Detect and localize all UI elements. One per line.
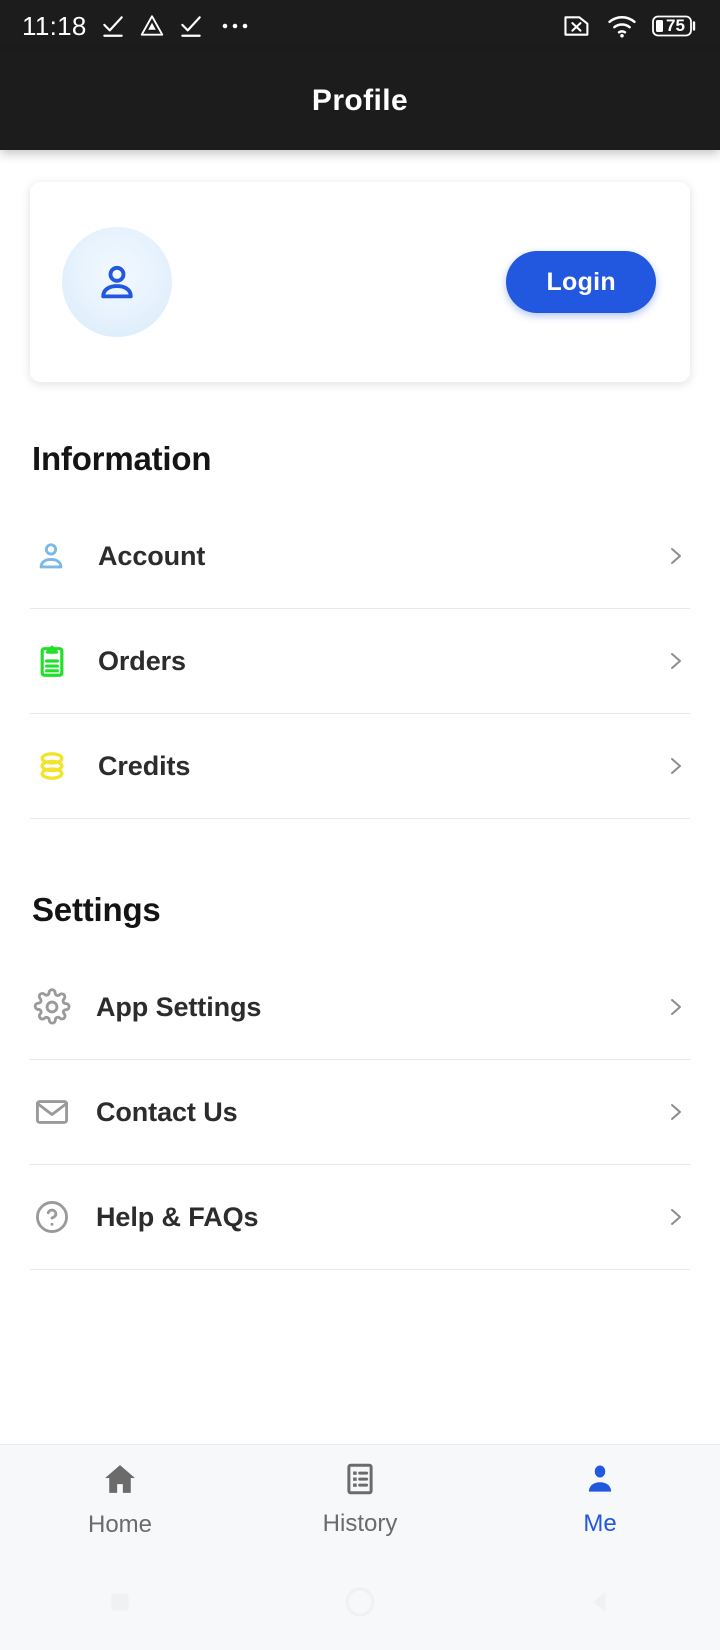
section-information: Information Account Orders Credits (0, 440, 720, 819)
bottom-navigation: Home History Me (0, 1444, 720, 1554)
row-orders[interactable]: Orders (30, 609, 690, 714)
row-label: Account (98, 540, 206, 571)
check-underline-icon (100, 13, 126, 39)
system-navigation-bar (0, 1554, 720, 1650)
section-title: Information (32, 440, 212, 477)
nav-item-me[interactable]: Me (480, 1461, 720, 1538)
row-label: Credits (98, 750, 191, 781)
row-label: Orders (98, 645, 186, 676)
nav-item-home[interactable]: Home (0, 1460, 240, 1539)
home-icon (101, 1460, 139, 1503)
nav-item-history[interactable]: History (240, 1461, 480, 1538)
page-title: Profile (311, 84, 409, 117)
status-bar-clock: 11:18 (22, 10, 87, 41)
gear-icon (30, 988, 96, 1026)
row-label: Help & FAQs (96, 1201, 259, 1232)
clipboard-list-icon (30, 642, 96, 680)
chevron-right-icon (660, 995, 690, 1019)
person-icon (101, 265, 133, 299)
status-bar-right: 75 (562, 12, 698, 40)
back-triangle-button[interactable] (540, 1586, 660, 1618)
status-bar: 11:18 75 (0, 0, 720, 52)
chevron-right-icon (660, 649, 690, 673)
battery-icon: 75 (652, 13, 698, 39)
row-label: Contact Us (96, 1096, 238, 1127)
nav-label: Home (87, 1511, 153, 1538)
row-app-settings[interactable]: App Settings (30, 955, 690, 1060)
row-credits[interactable]: Credits (30, 714, 690, 819)
row-help-faqs[interactable]: Help & FAQs (30, 1165, 690, 1270)
row-account[interactable]: Account (30, 504, 690, 609)
wifi-icon (606, 13, 638, 39)
nav-label: Me (583, 1510, 617, 1537)
nav-label: History (322, 1510, 398, 1537)
phone-screen: 11:18 75 Profile Login Information Accou… (0, 0, 720, 1650)
profile-card: Login (30, 182, 690, 382)
question-circle-icon (30, 1198, 96, 1236)
triangle-drop-icon (139, 13, 165, 39)
envelope-icon (30, 1093, 96, 1131)
row-contact-us[interactable]: Contact Us (30, 1060, 690, 1165)
chevron-right-icon (660, 1100, 690, 1124)
section-title: Settings (32, 891, 161, 928)
avatar[interactable] (62, 227, 172, 337)
app-bar: Profile (0, 52, 720, 150)
battery-level-text: 75 (666, 16, 685, 35)
check-underline-icon (178, 13, 204, 39)
list-document-icon (342, 1461, 378, 1502)
sim-card-off-icon (562, 12, 592, 40)
chevron-right-icon (660, 1205, 690, 1229)
coins-stack-icon (30, 747, 96, 785)
person-outline-icon (30, 538, 96, 574)
scroll-content: Login Information Account Orders Credits… (0, 150, 720, 1444)
more-dots-icon (221, 21, 251, 31)
status-bar-left: 11:18 (22, 11, 251, 42)
row-label: App Settings (96, 991, 262, 1022)
section-settings: Settings App Settings Contact Us Help & … (0, 891, 720, 1270)
person-filled-icon (582, 1461, 618, 1502)
chevron-right-icon (660, 754, 690, 778)
login-button[interactable]: Login (506, 251, 656, 313)
recents-square-button[interactable] (60, 1587, 180, 1617)
home-circle-button[interactable] (300, 1583, 420, 1621)
chevron-right-icon (660, 544, 690, 568)
